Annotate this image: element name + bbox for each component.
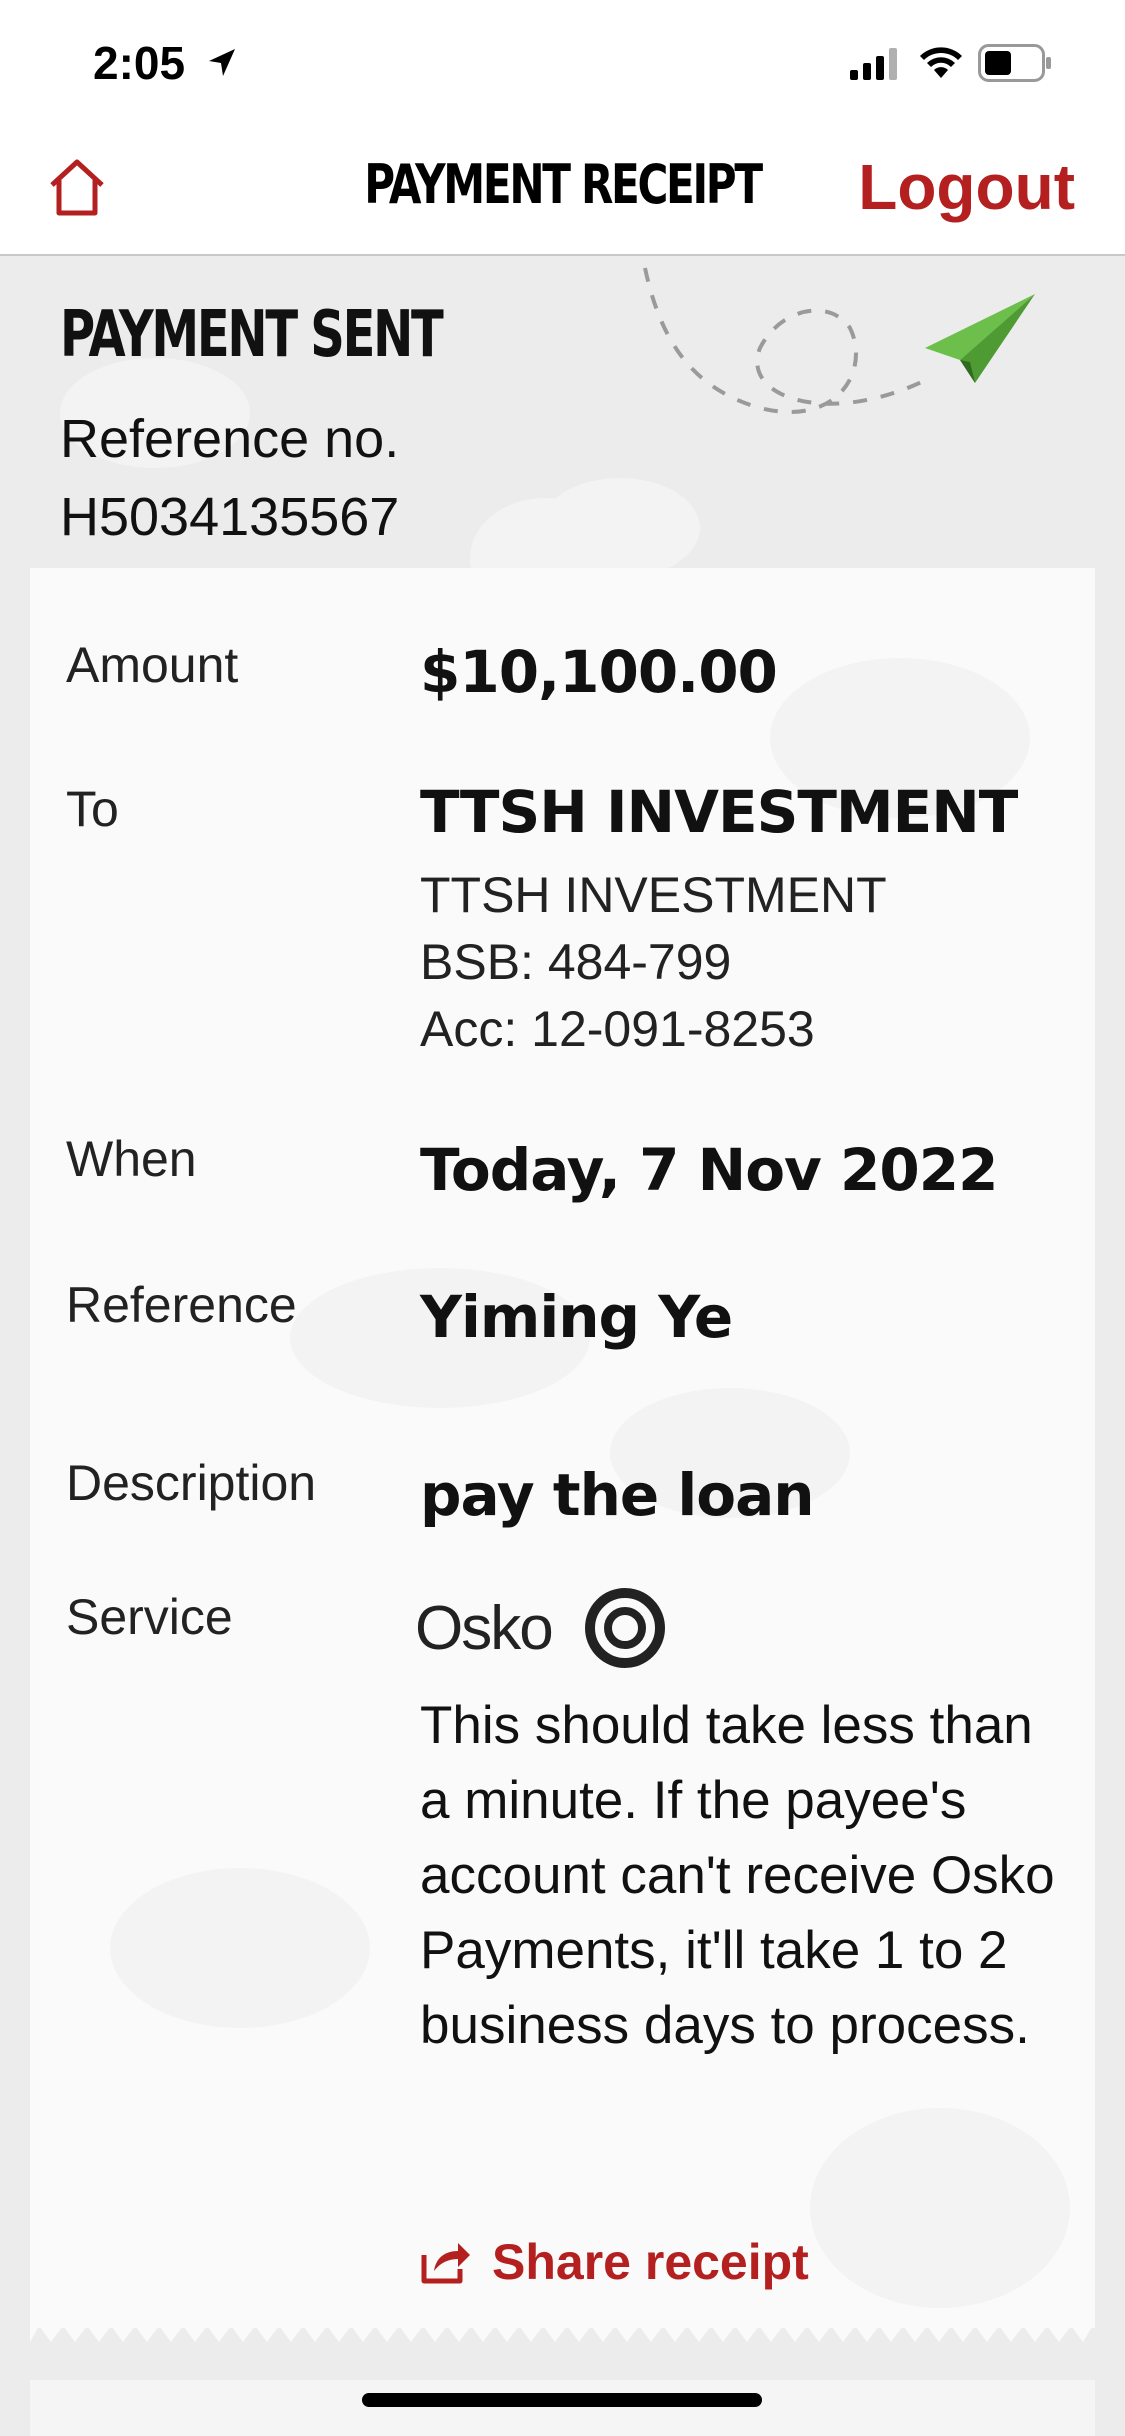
share-receipt-label: Share receipt [492, 2234, 809, 2290]
home-icon[interactable] [44, 155, 110, 221]
reference-number-value: H5034135567 [60, 487, 400, 547]
amount-value: $10,100.00 [420, 638, 778, 706]
paper-plane-icon [643, 267, 1035, 414]
receipt-card: Amount $10,100.00 To TTSH INVESTMENT TTS… [30, 568, 1095, 2328]
reference-label: Reference [66, 1277, 297, 1333]
next-receipt-strip [30, 2380, 1095, 2436]
service-label: Service [66, 1589, 233, 1645]
location-arrow-icon [209, 49, 235, 76]
description-value: pay the loan [420, 1461, 815, 1529]
home-indicator [362, 2393, 762, 2407]
share-icon [421, 2243, 470, 2284]
payee-account-name: TTSH INVESTMENT [420, 867, 887, 923]
cloud-decoration [110, 1868, 370, 2028]
when-label: When [66, 1131, 197, 1187]
status-bar: 2:05 [0, 0, 1125, 125]
service-description: This should take less than a minute. If … [420, 1696, 1055, 2055]
payee-name: TTSH INVESTMENT [420, 778, 1018, 846]
share-receipt-button[interactable]: Share receipt [420, 2233, 809, 2291]
receipt-torn-edge [30, 2322, 1095, 2342]
logout-button[interactable]: Logout [858, 150, 1075, 224]
nav-header: PAYMENT RECEIPT Logout [0, 125, 1125, 256]
amount-label: Amount [66, 637, 239, 693]
wifi-icon [920, 47, 962, 78]
status-time: 2:05 [93, 37, 186, 89]
cellular-signal-icon [850, 48, 897, 80]
osko-logo-text: Osko [415, 1594, 552, 1663]
reference-value: Yiming Ye [420, 1283, 733, 1351]
payee-account-number: Acc: 12-091-8253 [420, 1001, 815, 1057]
reference-number-label: Reference no. [60, 409, 400, 469]
battery-icon [978, 44, 1051, 82]
hero-banner: PAYMENT SENT Reference no. H5034135567 [0, 258, 1125, 568]
to-label: To [66, 781, 119, 837]
cloud-decoration [810, 2108, 1070, 2308]
payment-sent-title: PAYMENT SENT [60, 298, 444, 372]
cloud-decoration [540, 478, 700, 568]
payee-bsb: BSB: 484-799 [420, 934, 732, 990]
when-value: Today, 7 Nov 2022 [420, 1136, 998, 1204]
description-label: Description [66, 1455, 317, 1511]
osko-logo-icon: Osko [415, 1588, 665, 1668]
